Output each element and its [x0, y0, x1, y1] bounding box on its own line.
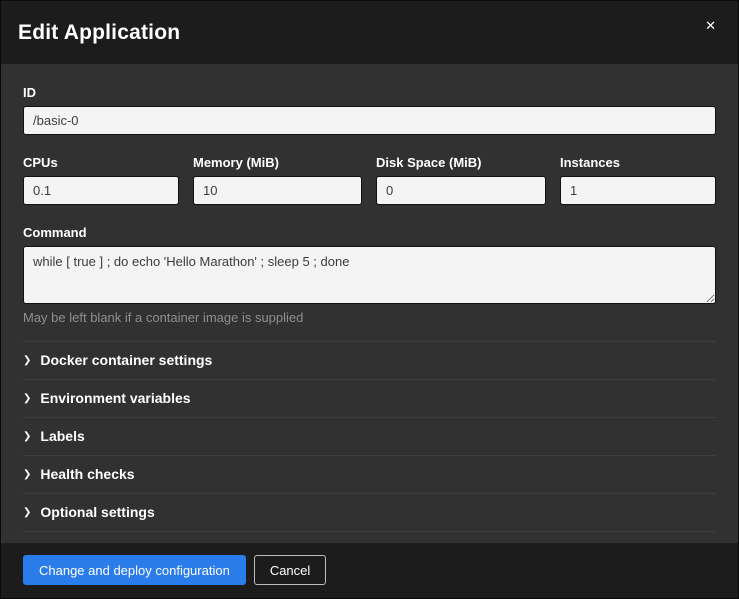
memory-label: Memory (MiB) — [193, 155, 362, 170]
section-docker-container-settings[interactable]: ❯ Docker container settings — [23, 341, 716, 379]
memory-field-group: Memory (MiB) — [193, 155, 362, 205]
chevron-right-icon: ❯ — [23, 508, 31, 518]
change-and-deploy-button[interactable]: Change and deploy configuration — [23, 555, 246, 585]
section-labels[interactable]: ❯ Labels — [23, 417, 716, 455]
disk-input[interactable] — [376, 176, 546, 205]
instances-input[interactable] — [560, 176, 716, 205]
command-label: Command — [23, 225, 716, 240]
instances-field-group: Instances — [560, 155, 716, 205]
collapsible-sections: ❯ Docker container settings ❯ Environmen… — [23, 341, 716, 532]
id-input[interactable] — [23, 106, 716, 135]
edit-application-modal: Edit Application ✕ ID CPUs Memory (MiB) … — [0, 0, 739, 599]
section-label: Docker container settings — [40, 352, 212, 368]
cpus-field-group: CPUs — [23, 155, 179, 205]
section-label: Optional settings — [40, 504, 154, 520]
chevron-right-icon: ❯ — [23, 470, 31, 480]
instances-label: Instances — [560, 155, 716, 170]
command-field-group: Command while [ true ] ; do echo 'Hello … — [23, 225, 716, 325]
command-textarea[interactable]: while [ true ] ; do echo 'Hello Marathon… — [23, 246, 716, 304]
section-label: Environment variables — [40, 390, 190, 406]
disk-field-group: Disk Space (MiB) — [376, 155, 546, 205]
modal-header: Edit Application ✕ — [1, 1, 738, 64]
cpus-input[interactable] — [23, 176, 179, 205]
section-label: Health checks — [40, 466, 134, 482]
id-label: ID — [23, 85, 716, 100]
section-environment-variables[interactable]: ❯ Environment variables — [23, 379, 716, 417]
memory-input[interactable] — [193, 176, 362, 205]
modal-footer: Change and deploy configuration Cancel — [1, 543, 738, 598]
section-health-checks[interactable]: ❯ Health checks — [23, 455, 716, 493]
disk-label: Disk Space (MiB) — [376, 155, 546, 170]
chevron-right-icon: ❯ — [23, 432, 31, 442]
section-optional-settings[interactable]: ❯ Optional settings — [23, 493, 716, 531]
cpus-label: CPUs — [23, 155, 179, 170]
chevron-right-icon: ❯ — [23, 394, 31, 404]
resources-row: CPUs Memory (MiB) Disk Space (MiB) Insta… — [23, 155, 716, 205]
id-field-group: ID — [23, 85, 716, 135]
chevron-right-icon: ❯ — [23, 356, 31, 366]
close-icon[interactable]: ✕ — [701, 15, 720, 36]
modal-body: ID CPUs Memory (MiB) Disk Space (MiB) In… — [1, 64, 738, 543]
cancel-button[interactable]: Cancel — [254, 555, 326, 585]
section-label: Labels — [40, 428, 84, 444]
command-help-text: May be left blank if a container image i… — [23, 310, 716, 325]
modal-title: Edit Application — [18, 21, 180, 45]
